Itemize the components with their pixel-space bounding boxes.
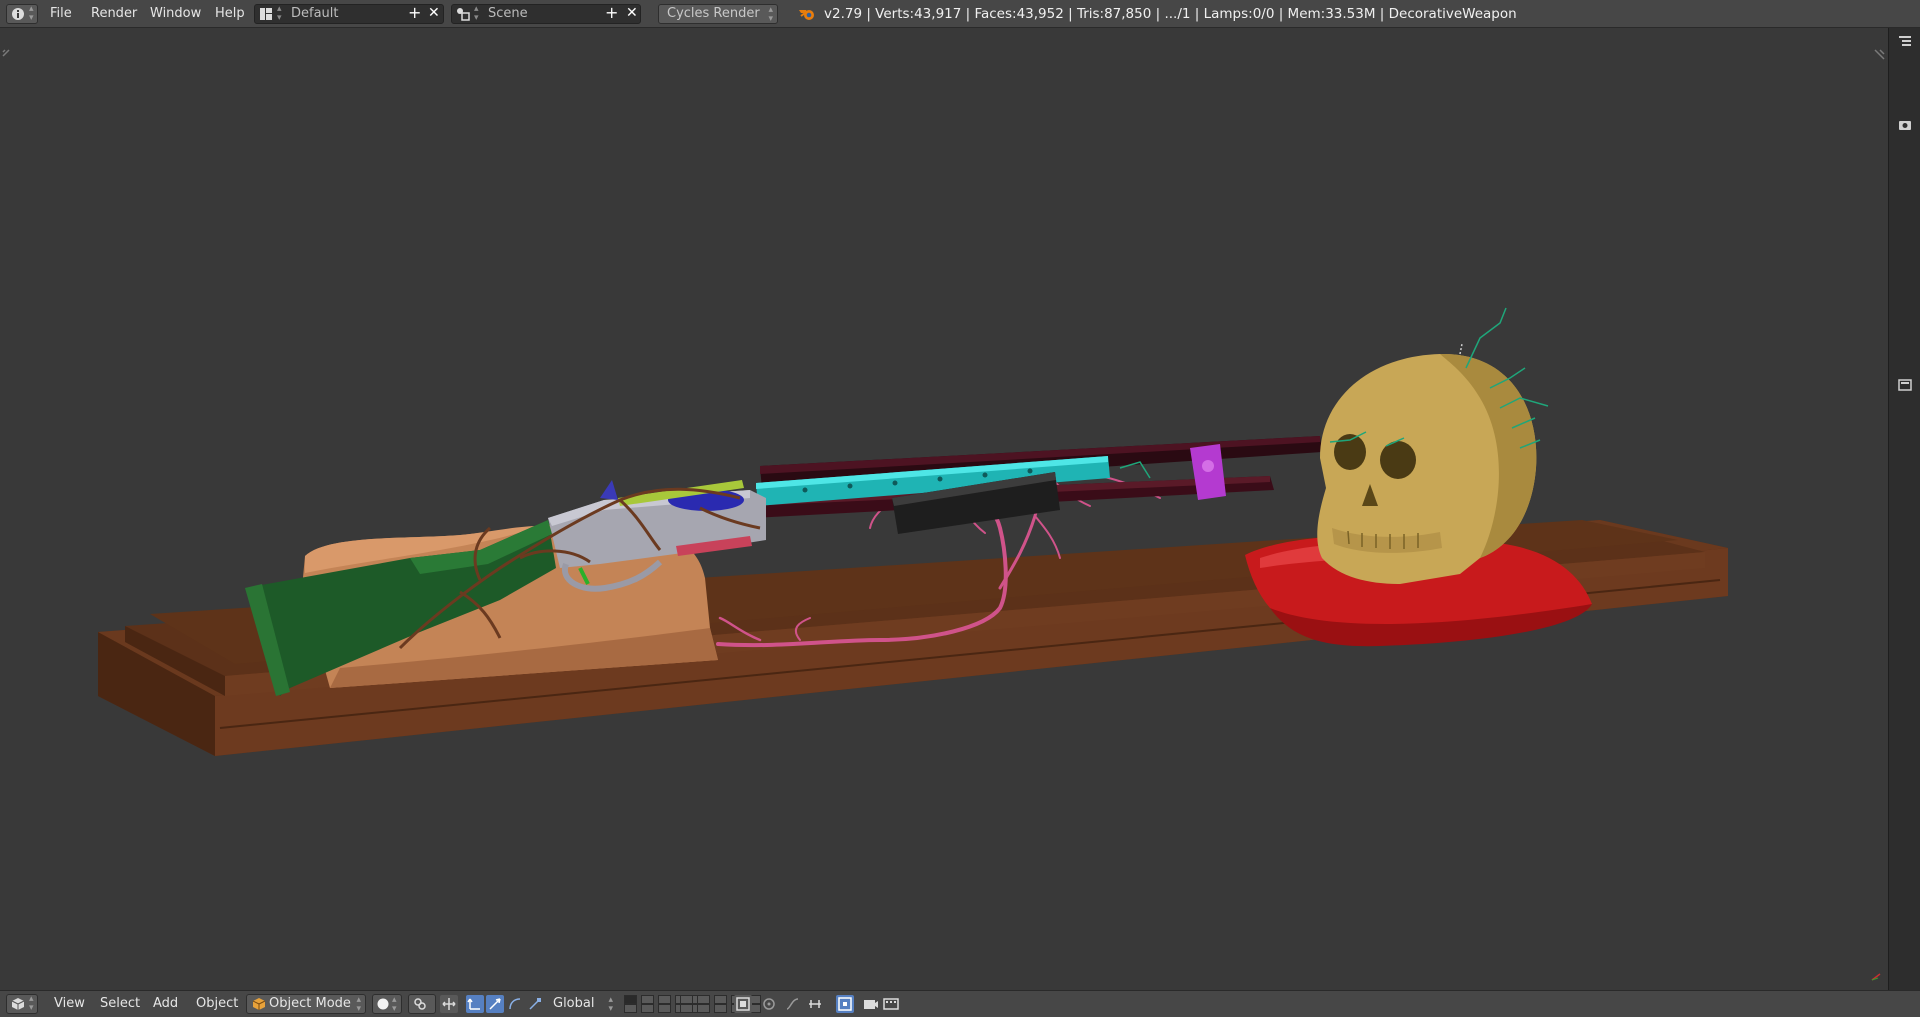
mode-value: Object Mode — [269, 996, 351, 1011]
layer-lock-icon — [736, 997, 750, 1011]
updown-icon: ▴ ▾ — [277, 4, 282, 23]
menu-select[interactable]: Select — [100, 991, 140, 1017]
rotate-manipulator-icon — [489, 998, 501, 1010]
delete-screen-icon[interactable]: ✕ — [428, 0, 440, 26]
proportional-falloff-button[interactable] — [784, 995, 802, 1013]
screen-layout-icon — [260, 8, 272, 20]
scale-manipulator-icon — [509, 998, 521, 1010]
scale-manipulator-icon — [529, 998, 541, 1010]
proportional-falloff-icon — [786, 998, 799, 1010]
scene-statistics: v2.79 | Verts:43,917 | Faces:43,952 | Tr… — [824, 6, 1517, 22]
scale-manipulator-button-2[interactable] — [526, 995, 544, 1013]
translate-manipulator-icon — [467, 998, 480, 1010]
updown-icon: ▴ ▾ — [768, 5, 773, 24]
3d-viewport[interactable] — [0, 28, 1888, 990]
add-screen-icon[interactable]: + — [408, 0, 421, 26]
translate-manipulator-button[interactable] — [466, 995, 484, 1013]
updown-icon: ▴ ▾ — [608, 995, 613, 1014]
layer-lock-button[interactable] — [734, 995, 752, 1013]
updown-icon: ▴ ▾ — [474, 4, 479, 23]
axis-indicator — [1871, 973, 1881, 981]
menu-help[interactable]: Help — [215, 0, 245, 28]
interaction-mode-selector[interactable]: Object Mode ▴ ▾ — [246, 994, 366, 1014]
scene-render — [2, 49, 1885, 981]
info-header: ▴ ▾ File Render Window Help ▴ ▾ Default + … — [0, 0, 1920, 28]
render-properties-icon[interactable] — [1898, 118, 1912, 132]
snap-element-button[interactable] — [806, 995, 824, 1013]
menu-render[interactable]: Render — [91, 0, 137, 28]
object-mode-icon — [252, 998, 266, 1010]
opengl-animation-button[interactable] — [882, 995, 900, 1013]
rotate-manipulator-button[interactable] — [486, 995, 504, 1013]
snap-target-button[interactable] — [836, 995, 854, 1013]
scale-manipulator-button[interactable] — [506, 995, 524, 1013]
3d-view-editor-icon — [11, 998, 25, 1010]
properties-editor-icon[interactable] — [1898, 378, 1912, 392]
render-engine-selector[interactable]: Cycles Render ▴ ▾ — [658, 4, 778, 24]
menu-window[interactable]: Window — [150, 0, 201, 28]
scene-value: Scene — [488, 6, 528, 21]
pivot-point-selector[interactable] — [408, 994, 436, 1014]
editor-type-selector[interactable]: ▴ ▾ — [6, 4, 38, 24]
menu-add[interactable]: Add — [153, 991, 178, 1017]
snap-target-icon — [838, 997, 852, 1011]
screen-layout-value: Default — [291, 6, 339, 21]
manipulator-toggle-icon — [442, 998, 456, 1010]
menu-view[interactable]: View — [54, 991, 85, 1017]
updown-icon: ▴ ▾ — [29, 4, 34, 23]
opengl-animation-icon — [883, 998, 899, 1010]
opengl-render-button[interactable] — [862, 995, 880, 1013]
area-split-widget-top-left[interactable] — [2, 49, 10, 57]
info-icon — [12, 8, 24, 20]
delete-scene-icon[interactable]: ✕ — [626, 0, 638, 26]
outliner-icon[interactable] — [1898, 34, 1912, 48]
editor-type-selector[interactable]: ▴ ▾ — [6, 994, 38, 1014]
proportional-edit-icon — [763, 998, 775, 1010]
scene-icon — [457, 8, 470, 21]
updown-icon: ▴ ▾ — [392, 995, 397, 1014]
proportional-edit-button[interactable] — [760, 995, 778, 1013]
transform-orientation-selector[interactable]: Global ▴ ▾ — [548, 994, 618, 1014]
snap-icon — [809, 1000, 821, 1008]
menu-object[interactable]: Object — [196, 991, 238, 1017]
pivot-point-icon — [414, 998, 426, 1010]
updown-icon: ▴ ▾ — [29, 994, 34, 1013]
solid-shading-icon — [377, 998, 389, 1010]
updown-icon: ▴ ▾ — [356, 995, 361, 1014]
add-scene-icon[interactable]: + — [605, 0, 618, 26]
area-split-widget-top-right[interactable] — [1874, 49, 1885, 60]
menu-file[interactable]: File — [50, 0, 72, 28]
properties-strip — [1888, 28, 1920, 990]
3d-view-header: ▴ ▾ View Select Add Object Object Mode ▴ ▾… — [0, 990, 1920, 1017]
blender-logo-icon — [799, 10, 814, 20]
layer-buttons-group-2[interactable] — [680, 995, 765, 1013]
orientation-value: Global — [553, 996, 595, 1011]
render-engine-value: Cycles Render — [667, 6, 760, 21]
opengl-render-icon — [864, 1000, 878, 1009]
manipulator-toggle-button[interactable] — [440, 995, 458, 1013]
viewport-shading-selector[interactable]: ▴ ▾ — [372, 994, 402, 1014]
